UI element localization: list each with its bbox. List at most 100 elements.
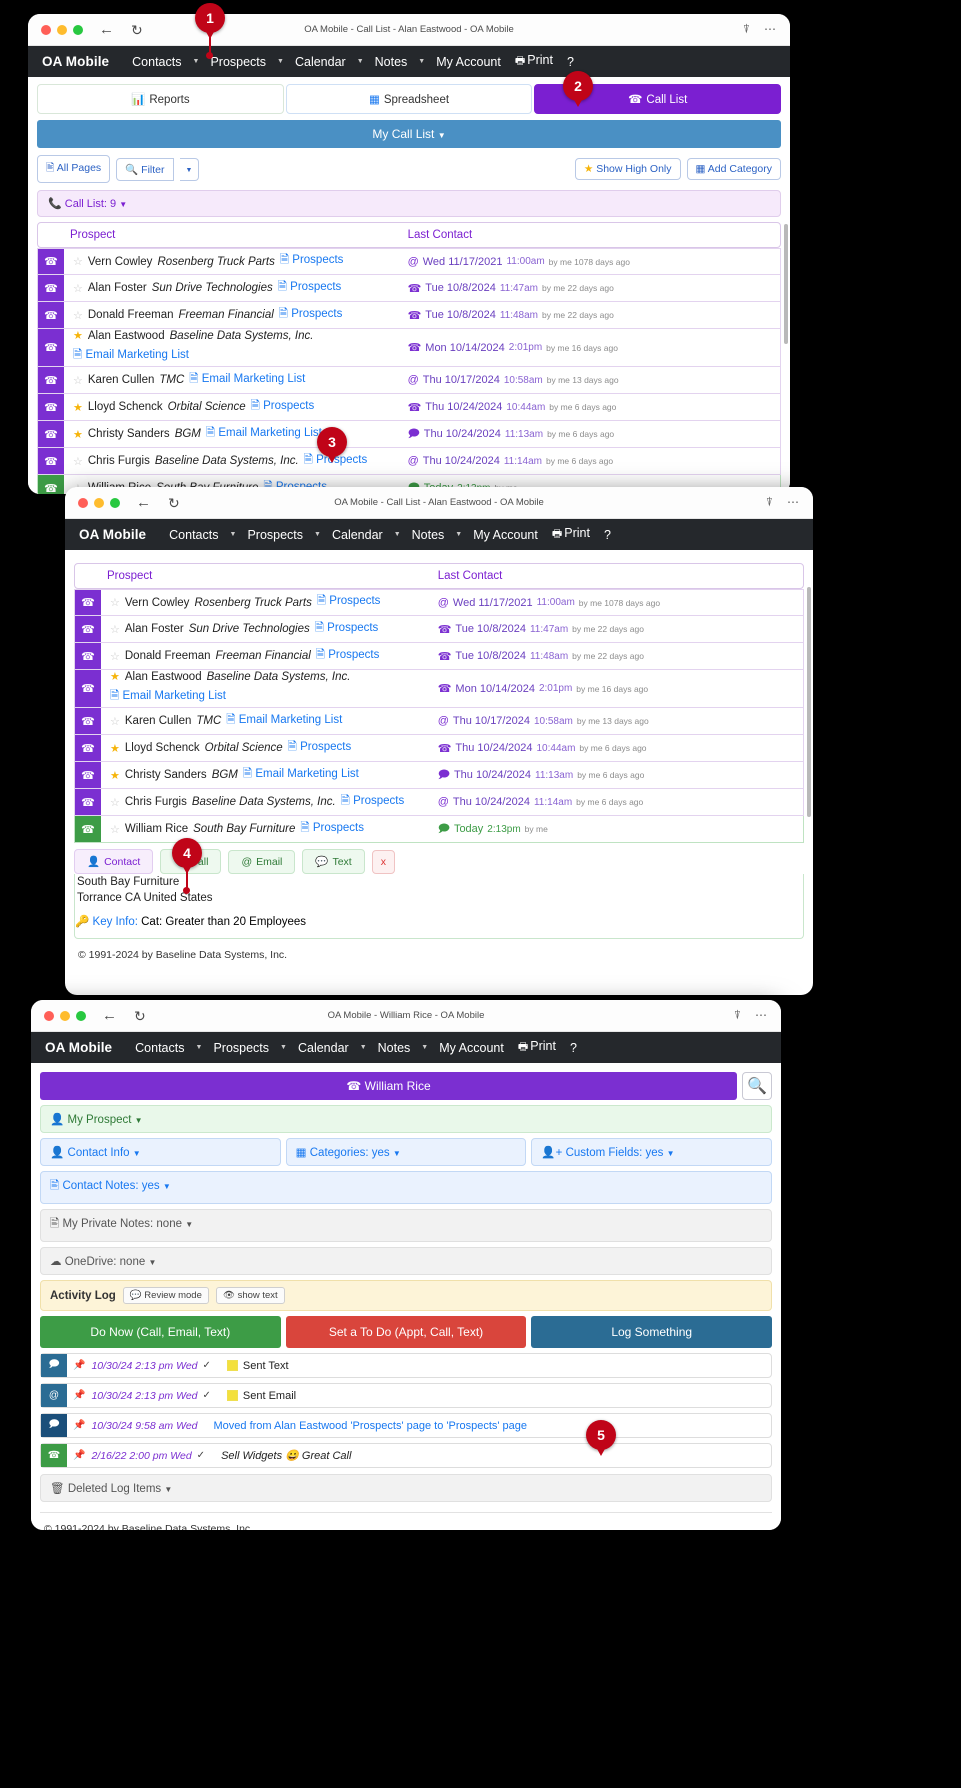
prospect-name[interactable]: Lloyd Schenck	[125, 742, 200, 754]
prospect-list-link[interactable]: 🗎 Prospects	[288, 739, 352, 758]
review-mode-button[interactable]: 💬 Review mode	[122, 1287, 209, 1304]
table-row[interactable]: ☎ ☆ Alan Foster Sun Drive Technologies 🗎 Pro…	[37, 275, 781, 302]
chevron-down-icon[interactable]: ▼	[417, 1044, 432, 1051]
prospect-list-link[interactable]: 🗎 Prospects	[300, 820, 364, 839]
table-row[interactable]: ☎ ★ Alan Eastwood Baseline Data Systems, In…	[74, 670, 804, 708]
star-filled-icon[interactable]: ★	[73, 329, 83, 342]
prospect-list-link[interactable]: 🗎 Prospects	[251, 398, 315, 417]
table-row[interactable]: ☎ ☆ Karen Cullen TMC 🗎 Email Marketing List @…	[74, 708, 804, 735]
chevron-down-icon[interactable]: ▼	[353, 58, 368, 65]
menu-notes[interactable]: Notes	[405, 528, 452, 542]
row-call-button[interactable]: ☎	[38, 421, 64, 447]
maximize-window-button[interactable]	[76, 1010, 86, 1021]
email-button[interactable]: @ Email	[228, 849, 296, 874]
minimize-window-button[interactable]	[60, 1010, 70, 1021]
key-info-label[interactable]: Key Info:	[93, 916, 138, 928]
pin-icon[interactable]: 📌	[67, 1390, 91, 1401]
chevron-down-icon[interactable]: ▼	[390, 531, 405, 538]
prospect-list-link[interactable]: 🗎 Email Marketing List	[110, 688, 226, 707]
my-prospect-section[interactable]: 👤 My Prospect ▼	[40, 1105, 772, 1133]
row-call-button[interactable]: ☎	[75, 735, 101, 761]
star-outline-icon[interactable]: ☆	[73, 374, 83, 387]
pin-icon[interactable]: 📌	[67, 1420, 91, 1431]
onedrive-section[interactable]: ☁ OneDrive: none ▼	[40, 1247, 772, 1275]
reload-icon[interactable]: ↻	[134, 1009, 146, 1023]
prospect-list-link[interactable]: 🗎 Prospects	[280, 252, 344, 271]
row-call-button[interactable]: ☎	[75, 670, 101, 707]
prospect-name[interactable]: Alan Foster	[88, 282, 147, 294]
row-call-button[interactable]: ☎	[38, 275, 64, 301]
window-controls[interactable]	[41, 24, 83, 35]
chevron-down-icon[interactable]: ▼	[414, 58, 429, 65]
star-filled-icon[interactable]: ★	[110, 742, 120, 755]
chevron-down-icon[interactable]: ▼	[189, 58, 204, 65]
activity-log-row[interactable]: 🗩 📌 10/30/24 9:58 am Wed Moved from Alan Ea…	[40, 1413, 772, 1438]
menu-calendar[interactable]: Calendar	[288, 55, 353, 69]
row-call-button[interactable]: ☎	[38, 394, 64, 420]
tab-spreadsheet[interactable]: ▦ Spreadsheet	[285, 84, 533, 114]
row-call-button[interactable]: ☎	[75, 816, 101, 842]
prospect-list-link[interactable]: 🗎 Prospects	[317, 593, 381, 612]
contact-button[interactable]: 👤 Contact	[74, 849, 154, 874]
menu-notes[interactable]: Notes	[371, 1041, 418, 1055]
chevron-down-icon[interactable]: ▼	[276, 1044, 291, 1051]
menu-print[interactable]: 🖶 Print	[545, 525, 597, 544]
prospect-list-link[interactable]: 🗎 Prospects	[316, 647, 380, 666]
prospect-list-link[interactable]: 🗎 Prospects	[341, 793, 405, 812]
minimize-window-button[interactable]	[94, 497, 104, 508]
prospect-name[interactable]: Donald Freeman	[125, 650, 211, 662]
window-controls[interactable]	[78, 497, 120, 508]
row-call-button[interactable]: ☎	[38, 475, 64, 494]
menu-contacts[interactable]: Contacts	[162, 528, 225, 542]
menu-prospects[interactable]: Prospects	[206, 1041, 276, 1055]
more-options-icon[interactable]: ⋯	[787, 495, 799, 510]
chevron-down-icon[interactable]: ▼	[226, 531, 241, 538]
menu-calendar[interactable]: Calendar	[291, 1041, 356, 1055]
search-button[interactable]: 🔍	[742, 1072, 772, 1100]
back-arrow-icon[interactable]: ←	[99, 22, 114, 37]
table-row[interactable]: ☎ ☆ Chris Furgis Baseline Data Systems, Inc…	[37, 448, 781, 475]
back-arrow-icon[interactable]: ←	[102, 1008, 117, 1023]
more-options-icon[interactable]: ⋯	[755, 1008, 767, 1023]
prospect-name[interactable]: Alan Eastwood	[125, 671, 202, 683]
table-row[interactable]: ☎ ★ Christy Sanders BGM 🗎 Email Marketing Li…	[37, 421, 781, 448]
close-panel-button[interactable]: x	[371, 849, 395, 874]
log-text[interactable]: Moved from Alan Eastwood 'Prospects' pag…	[214, 1420, 528, 1432]
prospect-list-link[interactable]: 🗎 Prospects	[279, 306, 343, 325]
menu-help[interactable]: ?	[563, 1041, 584, 1055]
chevron-down-icon[interactable]: ▼	[273, 58, 288, 65]
add-category-button[interactable]: ▦ Add Category	[686, 158, 781, 180]
show-text-button[interactable]: 👁 show text	[215, 1287, 285, 1304]
row-call-button[interactable]: ☎	[38, 329, 64, 366]
maximize-window-button[interactable]	[73, 24, 83, 35]
table-row[interactable]: ☎ ☆ Vern Cowley Rosenberg Truck Parts 🗎 Pros…	[74, 589, 804, 616]
tab-reports[interactable]: 📊 Reports	[37, 84, 284, 114]
star-outline-icon[interactable]: ☆	[110, 796, 120, 809]
prospect-name[interactable]: Chris Furgis	[88, 455, 150, 467]
row-call-button[interactable]: ☎	[38, 367, 64, 393]
private-notes-section[interactable]: 🖹 My Private Notes: none ▼	[40, 1209, 772, 1242]
star-outline-icon[interactable]: ☆	[110, 715, 120, 728]
filter-dropdown-button[interactable]: ▼	[179, 157, 200, 181]
prospect-list-link[interactable]: 🗎 Prospects	[278, 279, 342, 298]
prospect-name[interactable]: Karen Cullen	[125, 715, 191, 727]
table-row[interactable]: ☎ ☆ Chris Furgis Baseline Data Systems, Inc…	[74, 789, 804, 816]
prospect-name[interactable]: Alan Foster	[125, 623, 184, 635]
table-row[interactable]: ☎ ☆ Donald Freeman Freeman Financial 🗎 Prosp…	[74, 643, 804, 670]
row-call-button[interactable]: ☎	[38, 249, 64, 274]
prospect-name[interactable]: Vern Cowley	[125, 597, 190, 609]
table-row[interactable]: ☎ ☆ Karen Cullen TMC 🗎 Email Marketing List @…	[37, 367, 781, 394]
table-row[interactable]: ☎ ★ Lloyd Schenck Orbital Science 🗎 Prospect…	[74, 735, 804, 762]
prospect-name[interactable]: William Rice	[125, 823, 188, 835]
menu-help[interactable]: ?	[597, 528, 618, 542]
prospect-name[interactable]: Vern Cowley	[88, 256, 153, 268]
prospect-list-link[interactable]: 🗎 Email Marketing List	[189, 371, 305, 390]
chevron-down-icon[interactable]: ▼	[451, 531, 466, 538]
filter-button[interactable]: 🔍 Filter	[116, 157, 174, 181]
menu-contacts[interactable]: Contacts	[125, 55, 188, 69]
back-arrow-icon[interactable]: ←	[136, 495, 151, 510]
categories-section[interactable]: ▦ Categories: yes ▼	[285, 1138, 527, 1166]
call-list-selector[interactable]: My Call List ▼	[37, 120, 781, 148]
close-window-button[interactable]	[78, 497, 88, 508]
prospect-name[interactable]: Christy Sanders	[125, 769, 207, 781]
